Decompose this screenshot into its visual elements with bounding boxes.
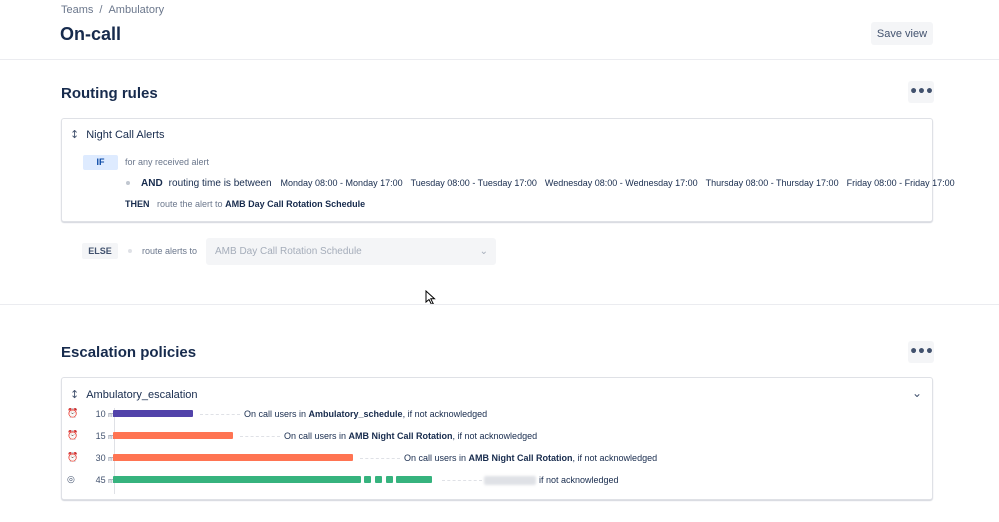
header-divider (0, 59, 999, 60)
redacted-recipient (484, 476, 536, 486)
else-select-value: AMB Day Call Rotation Schedule (215, 246, 362, 257)
routing-more-button[interactable]: ••• (908, 81, 934, 103)
then-row: THEN route the alert to AMB Day Call Rot… (125, 199, 365, 209)
escalation-step: ⏰ 30 m On call users in AMB Night Call R… (62, 452, 932, 464)
step-repeat-segment (375, 476, 382, 483)
policy-header[interactable]: ↕ Ambulatory_escalation (70, 388, 198, 401)
time-slot: Tuesday 08:00 - Tuesday 17:00 (410, 178, 537, 188)
else-badge: ELSE (82, 243, 118, 259)
save-view-button[interactable]: Save view (871, 22, 933, 45)
step-duration-bar (113, 432, 233, 439)
escalation-policy-card: ↕ Ambulatory_escalation ⌄ ⏰ 10 m On call… (61, 377, 933, 500)
policy-name: Ambulatory_escalation (86, 388, 198, 401)
time-slot: Friday 08:00 - Friday 17:00 (846, 178, 955, 188)
and-condition-row: AND routing time is between Monday 08:00… (126, 176, 963, 190)
escalation-policies-title: Escalation policies (61, 344, 197, 361)
page-title: On-call (60, 24, 122, 44)
bullet-icon (128, 249, 132, 253)
then-text: route the alert to (157, 199, 223, 209)
step-description: On call users in AMB Night Call Rotation… (284, 431, 538, 441)
step-connector (200, 414, 240, 415)
then-target: AMB Day Call Rotation Schedule (225, 199, 366, 209)
repeat-icon: ◎ (67, 475, 75, 485)
step-repeat-segment (386, 476, 393, 483)
step-duration-bar (113, 454, 353, 461)
chevron-down-icon: ⌄ (479, 246, 488, 257)
and-label: AND (141, 177, 163, 189)
drag-handle-icon[interactable]: ↕ (70, 128, 79, 141)
section-divider (0, 304, 999, 305)
step-duration-bar (113, 476, 361, 483)
rule-header[interactable]: ↕ Night Call Alerts (70, 128, 164, 141)
step-connector (360, 458, 400, 459)
drag-handle-icon[interactable]: ↕ (70, 388, 79, 401)
step-repeat-segment (396, 476, 432, 483)
escalation-step: ⏰ 10 m On call users in Ambulatory_sched… (62, 408, 932, 420)
step-connector (442, 480, 482, 481)
time-slot: Thursday 08:00 - Thursday 17:00 (705, 178, 839, 188)
step-description: if not acknowledged (484, 474, 619, 486)
step-time: 10 m (95, 409, 114, 419)
chevron-down-icon[interactable]: ⌄ (912, 386, 922, 400)
routing-rules-title: Routing rules (61, 85, 158, 102)
breadcrumb: Teams / Ambulatory (61, 4, 164, 16)
step-time: 45 m (95, 475, 114, 485)
step-repeat-segment (364, 476, 371, 483)
clock-icon: ⏰ (67, 409, 79, 419)
bullet-icon (126, 181, 130, 185)
clock-icon: ⏰ (67, 431, 79, 441)
condition-text: routing time is between (168, 177, 272, 189)
step-connector (240, 436, 280, 437)
step-description: On call users in AMB Night Call Rotation… (404, 453, 658, 463)
step-duration-bar (113, 410, 193, 417)
clock-icon: ⏰ (67, 453, 79, 463)
escalation-step: ⏰ 15 m On call users in AMB Night Call R… (62, 430, 932, 442)
breadcrumb-separator: / (99, 4, 103, 16)
then-label: THEN (125, 199, 150, 209)
rule-name: Night Call Alerts (86, 128, 165, 141)
escalation-more-button[interactable]: ••• (908, 341, 934, 363)
escalation-step: ◎ 45 m if not acknowledged (62, 474, 932, 486)
breadcrumb-teams[interactable]: Teams (61, 4, 93, 16)
step-time: 15 m (95, 431, 114, 441)
time-slot: Monday 08:00 - Monday 17:00 (280, 178, 403, 188)
else-text: route alerts to (142, 246, 198, 256)
breadcrumb-ambulatory[interactable]: Ambulatory (108, 4, 164, 16)
step-time: 30 m (95, 453, 114, 463)
else-schedule-select[interactable]: AMB Day Call Rotation Schedule ⌄ (206, 238, 496, 265)
step-description: On call users in Ambulatory_schedule, if… (244, 409, 488, 419)
routing-rule-card: ↕ Night Call Alerts IF for any received … (61, 118, 955, 222)
time-slot: Wednesday 08:00 - Wednesday 17:00 (544, 178, 698, 188)
if-condition-text: for any received alert (125, 157, 210, 167)
if-badge: IF (83, 155, 118, 170)
